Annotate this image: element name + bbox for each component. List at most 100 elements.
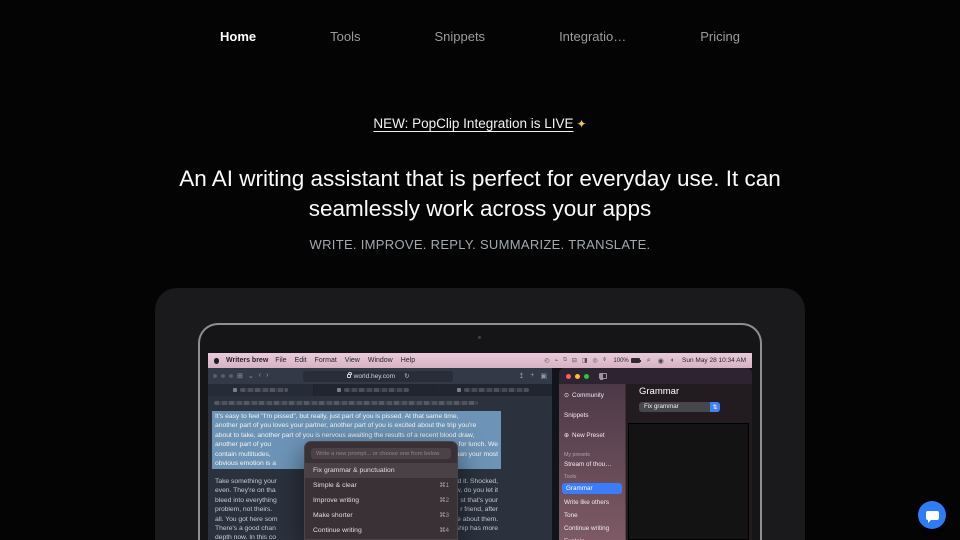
page-title: An AI writing assistant that is perfect … bbox=[125, 164, 835, 224]
prompt-menu-shortcut: ⌘4 bbox=[439, 527, 449, 534]
nav-link[interactable]: Snippets bbox=[434, 29, 485, 44]
sidebar-item-label: Tone bbox=[564, 512, 578, 519]
menubar-clock: Sun May 28 10:34 AM bbox=[682, 357, 746, 364]
prompt-popup: Fix grammar & punctuation Simple & clear… bbox=[304, 441, 458, 540]
nav-link[interactable]: Integratio… bbox=[559, 29, 626, 44]
menubar-menus: FileEditFormatViewWindowHelp bbox=[275, 357, 415, 364]
menubar-app-name: Writers brew bbox=[226, 357, 268, 364]
toolbar-icon: ⊞ bbox=[237, 372, 243, 380]
browser-tab bbox=[208, 384, 313, 396]
chat-bubble-icon bbox=[926, 511, 939, 520]
nav-link[interactable]: Tools bbox=[330, 29, 360, 44]
sidebar-item-label: My presets bbox=[564, 452, 590, 458]
text-line: It's easy to feel "I'm pissed", but real… bbox=[215, 412, 498, 421]
menubar-menu-item: Window bbox=[368, 357, 393, 364]
text-line: about to take, another part of you is ne… bbox=[215, 431, 498, 440]
main-nav: Home Tools Snippets Integratio… Pricing bbox=[0, 29, 960, 44]
tab-title-blur bbox=[344, 388, 409, 392]
toolbar-icon: + bbox=[530, 372, 534, 380]
menubar-menu-item: Edit bbox=[295, 357, 307, 364]
reload-icon: ↻ bbox=[404, 372, 409, 380]
sidebar-item-icon: ⊕ bbox=[564, 433, 569, 439]
sidebar-item-label: Snippets bbox=[564, 412, 589, 419]
dropdown-value: Fix grammar bbox=[639, 402, 710, 412]
browser-toolbar: ⊞ ⌄ ‹ › world.hey.com ↻ ↥ + ▣ bbox=[208, 368, 552, 384]
prompt-menu-item: Fix grammar & punctuation bbox=[305, 463, 457, 478]
status-icon: ⍉ bbox=[563, 357, 567, 364]
laptop-camera bbox=[478, 336, 481, 339]
battery-percent: 100% bbox=[613, 358, 628, 364]
browser-tab-bar bbox=[208, 384, 552, 396]
menubar-status-icons: ◴ ⌁ ⍉ ⊟ ◨ ◎ ⌽ bbox=[544, 357, 606, 364]
desktop-gap bbox=[552, 368, 559, 540]
nav-link[interactable]: Pricing bbox=[700, 29, 740, 44]
sidebar-item: Stream of thou… bbox=[564, 461, 620, 468]
prompt-menu-item: Continue writing ⌘4 bbox=[305, 523, 457, 538]
sparkles-icon: ✦ bbox=[577, 117, 587, 131]
hero-tagline: WRITE. IMPROVE. REPLY. SUMMARIZE. TRANSL… bbox=[0, 237, 960, 252]
prompt-menu-label: Continue writing bbox=[313, 527, 362, 534]
sidebar-item-icon: ⊙ bbox=[564, 393, 569, 399]
status-icon: ◴ bbox=[544, 357, 549, 364]
zoom-icon bbox=[584, 374, 589, 379]
app-window: ⊙ Community Snippets ⊕ New Preset My pre… bbox=[559, 368, 752, 540]
tab-favicon bbox=[457, 388, 461, 392]
sidebar-item: Grammar bbox=[562, 483, 622, 494]
page: Home Tools Snippets Integratio… Pricing NEW:… bbox=[0, 0, 960, 540]
prompt-menu-item: Make shorter ⌘3 bbox=[305, 508, 457, 523]
prompt-menu-label: Simple & clear bbox=[313, 482, 357, 489]
window-control-dot bbox=[213, 374, 217, 378]
close-icon bbox=[566, 374, 571, 379]
browser-nav-icons: ⊞ ⌄ ‹ › bbox=[237, 372, 268, 380]
prompt-menu-shortcut: ⌘3 bbox=[439, 512, 449, 519]
status-icon: ⌁ bbox=[555, 357, 559, 364]
toolbar-icon: ▣ bbox=[540, 372, 547, 380]
status-icon: ⊟ bbox=[572, 357, 577, 364]
menubar-menu-item: Help bbox=[401, 357, 415, 364]
preset-dropdown: Fix grammar ⇅ bbox=[639, 402, 720, 412]
sidebar-item-label: Grammar bbox=[566, 485, 593, 492]
app-text-area bbox=[628, 423, 749, 540]
sidebar-item-label: Write like others bbox=[564, 499, 609, 506]
browser-action-icons: ↥ + ▣ bbox=[518, 372, 547, 380]
status-icon: ⌽ bbox=[603, 357, 607, 364]
app-titlebar bbox=[559, 368, 752, 384]
tab-title-blur bbox=[464, 388, 529, 392]
sidebar-item: Tools bbox=[564, 474, 620, 480]
prompt-input bbox=[311, 448, 451, 459]
lock-icon bbox=[347, 374, 351, 378]
battery-indicator: 100% bbox=[613, 358, 639, 364]
user-icon: ◉ bbox=[658, 357, 664, 365]
spotlight-icon: ⌕ bbox=[647, 357, 651, 365]
text-line: another part of you loves your partner, … bbox=[215, 421, 498, 430]
sidebar-toggle-icon bbox=[599, 373, 607, 379]
prompt-menu-shortcut: ⌘1 bbox=[439, 482, 449, 489]
sidebar-item-label: Community bbox=[572, 392, 604, 399]
prompt-menu-label: Make shorter bbox=[313, 512, 353, 519]
toolbar-icon: ↥ bbox=[518, 372, 524, 380]
menubar-menu-item: Format bbox=[315, 357, 337, 364]
chat-widget-button[interactable] bbox=[918, 501, 946, 529]
sidebar-item-label: Tools bbox=[564, 474, 576, 480]
toolbar-icon: ⌄ bbox=[248, 372, 254, 380]
toolbar-icon: › bbox=[266, 372, 268, 380]
sidebar-item: Write like others bbox=[564, 499, 620, 506]
sidebar-item: Continue writing bbox=[564, 525, 620, 532]
prompt-list: Fix grammar & punctuation Simple & clear… bbox=[305, 463, 457, 538]
sidebar-item: ⊕ New Preset bbox=[564, 432, 620, 439]
announcement-link[interactable]: NEW: PopClip Integration is LIVE bbox=[373, 116, 573, 131]
tab-favicon bbox=[337, 388, 341, 392]
window-control-dot bbox=[229, 374, 233, 378]
menubar-menu-item: File bbox=[275, 357, 286, 364]
toolbar-icon: ‹ bbox=[259, 372, 261, 380]
status-icon: ◨ bbox=[582, 357, 588, 364]
nav-link[interactable]: Home bbox=[220, 29, 256, 44]
sidebar-item-label: Stream of thou… bbox=[564, 461, 612, 468]
minimize-icon bbox=[575, 374, 580, 379]
prompt-menu-label: Fix grammar & punctuation bbox=[313, 467, 395, 474]
preset-heading: Grammar bbox=[639, 386, 679, 397]
status-icon: ◎ bbox=[593, 357, 598, 364]
address-bar: world.hey.com ↻ bbox=[303, 371, 453, 382]
tab-favicon bbox=[233, 388, 237, 392]
sidebar-item-label: Continue writing bbox=[564, 525, 609, 532]
